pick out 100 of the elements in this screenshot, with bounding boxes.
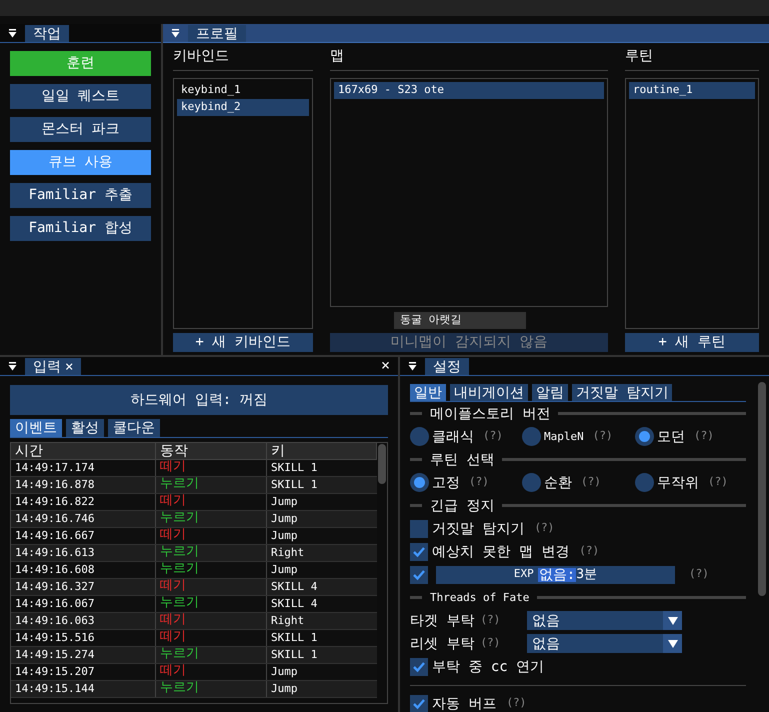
- dropdown-arrow-icon[interactable]: [666, 616, 678, 626]
- dropdown-value: 없음: [531, 614, 561, 628]
- help-marker[interactable]: (?): [579, 543, 600, 560]
- dropdown-label: 타겟 부탁: [410, 614, 474, 628]
- task-button[interactable]: 몬스터 파크: [10, 117, 151, 142]
- radio-button[interactable]: [410, 473, 429, 492]
- help-marker[interactable]: (?): [708, 474, 728, 491]
- dropdown-value: 없음: [531, 636, 561, 650]
- table-cell: 14:49:16.063: [11, 613, 156, 629]
- tab[interactable]: 내비게이션: [450, 384, 528, 401]
- table-cell: 14:49:16.608: [11, 562, 156, 578]
- table-cell: 떼기: [156, 579, 267, 595]
- input-field[interactable]: EXP 없음:3분: [436, 566, 675, 584]
- dropdown[interactable]: 없음: [527, 634, 682, 653]
- table-cell-text: Right: [270, 613, 306, 629]
- help-marker[interactable]: (?): [480, 612, 500, 629]
- radio-button[interactable]: [635, 427, 654, 446]
- checkbox[interactable]: [410, 520, 428, 538]
- list-item[interactable]: keybind_1: [177, 82, 309, 98]
- section-label: 루틴 선택: [430, 452, 494, 466]
- radio-button[interactable]: [522, 473, 541, 492]
- tab[interactable]: 쿨다운: [108, 419, 160, 437]
- radio-label: 모던: [657, 430, 685, 444]
- tab[interactable]: 거짓말 탐지기: [572, 384, 672, 401]
- checkbox[interactable]: [410, 694, 428, 712]
- radio-button[interactable]: [410, 427, 429, 446]
- table-cell: 떼기: [156, 528, 267, 544]
- panel-tab[interactable]: 프로필: [188, 25, 246, 42]
- help-marker[interactable]: (?): [483, 428, 503, 445]
- tab-title: 프로필: [196, 26, 238, 40]
- table-cell: 떼기: [156, 460, 267, 476]
- checkbox-label: 거짓말 탐지기: [432, 522, 524, 536]
- tab-title: 작업: [33, 26, 61, 40]
- column-header: 동작: [156, 443, 267, 459]
- checkbox[interactable]: [410, 566, 428, 584]
- hardware-input-button[interactable]: 하드웨어 입력: 꺼짐: [10, 385, 388, 415]
- task-button[interactable]: Familiar 추출: [10, 183, 151, 208]
- help-marker[interactable]: (?): [592, 428, 613, 445]
- table-cell: 누르기: [156, 545, 267, 561]
- add-button[interactable]: + 새 루틴: [625, 332, 759, 352]
- table-cell: 누르기: [156, 562, 267, 578]
- tab[interactable]: 일반: [410, 384, 446, 401]
- table-cell-text: SKILL 4: [270, 596, 318, 612]
- tab[interactable]: 알림: [532, 384, 568, 401]
- radio-label: 순환: [544, 476, 572, 490]
- scrollbar-thumb[interactable]: [758, 382, 766, 596]
- radio-button[interactable]: [522, 427, 541, 446]
- panel-tab[interactable]: 입력 ×: [25, 358, 82, 375]
- help-marker[interactable]: (?): [694, 428, 714, 445]
- table-cell: 14:49:16.822: [11, 494, 156, 510]
- dropdown[interactable]: 없음: [527, 611, 682, 630]
- list-item[interactable]: routine_1: [629, 82, 755, 98]
- close-button[interactable]: ×: [380, 358, 390, 373]
- table-cell: 떼기: [156, 613, 267, 629]
- scrollbar-thumb[interactable]: [378, 444, 386, 484]
- radio-label: 무작위: [657, 476, 699, 490]
- column-header: 시간: [11, 443, 156, 459]
- checkbox-label: 예상치 못한 맵 변경: [432, 544, 570, 558]
- dropdown-arrow-icon[interactable]: [666, 638, 678, 648]
- table-cell: 누르기: [156, 647, 267, 663]
- table-cell-text: SKILL 1: [270, 630, 318, 646]
- panel-tab[interactable]: 설정: [425, 358, 469, 375]
- list-item[interactable]: keybind_2: [177, 98, 309, 116]
- help-marker[interactable]: (?): [480, 635, 500, 652]
- tab[interactable]: 이벤트: [10, 419, 62, 437]
- section-label: 긴급 정지: [430, 498, 494, 512]
- tab-title: 설정: [433, 360, 461, 374]
- collapse-icon[interactable]: [8, 29, 17, 38]
- table-cell: 14:49:16.613: [11, 545, 156, 561]
- list-item[interactable]: 167x69 - S23 ote: [334, 82, 604, 98]
- panel-tab[interactable]: 작업: [25, 25, 69, 42]
- column-heading: 맵: [330, 43, 608, 71]
- add-button[interactable]: + 새 키바인드: [173, 332, 313, 352]
- checkbox-label: 자동 버프: [432, 696, 496, 710]
- radio-button[interactable]: [635, 473, 654, 492]
- help-marker[interactable]: (?): [469, 474, 489, 491]
- help-marker[interactable]: (?): [506, 695, 526, 712]
- task-button[interactable]: Familiar 합성: [10, 216, 151, 241]
- table-cell: 누르기: [156, 511, 267, 527]
- table-cell-text: Jump: [270, 681, 298, 697]
- table-cell: 14:49:16.667: [11, 528, 156, 544]
- task-button[interactable]: 일일 퀘스트: [10, 84, 151, 109]
- table-cell: 떼기: [156, 494, 267, 510]
- selected-text: 없음:: [538, 568, 576, 582]
- table-cell-text: Jump: [270, 511, 298, 527]
- checkbox[interactable]: [410, 542, 428, 560]
- field-text: 3분: [576, 568, 598, 581]
- tab-close-button[interactable]: ×: [65, 360, 74, 374]
- column-heading: 키바인드: [173, 43, 313, 71]
- table-cell-text: Right: [270, 545, 306, 561]
- help-marker[interactable]: (?): [534, 520, 554, 537]
- tab[interactable]: 활성: [66, 419, 104, 437]
- table-cell: 누르기: [156, 477, 267, 493]
- help-marker[interactable]: (?): [581, 474, 601, 491]
- checkbox[interactable]: [410, 658, 428, 676]
- table-cell: 누르기: [156, 596, 267, 612]
- help-marker[interactable]: (?): [689, 566, 709, 583]
- collapse-icon[interactable]: [8, 362, 17, 371]
- collapse-icon[interactable]: [408, 362, 417, 371]
- collapse-icon[interactable]: [171, 29, 180, 38]
